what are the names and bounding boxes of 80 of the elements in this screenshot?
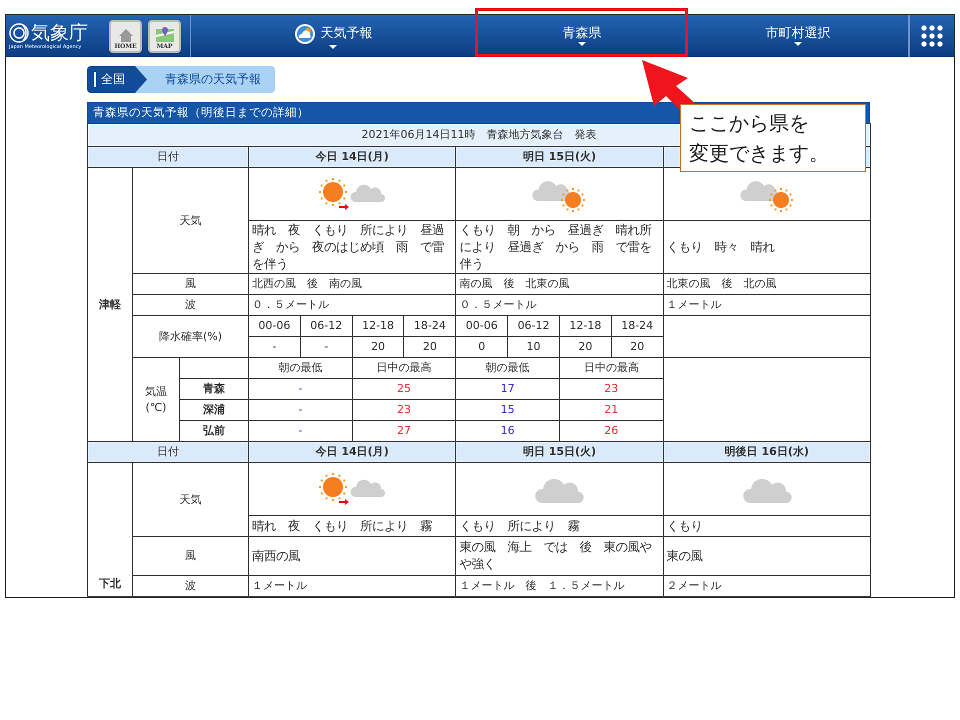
- column-header: 日中の最高: [559, 358, 664, 378]
- table-cell: 南西の風: [248, 536, 456, 576]
- table-cell: 20: [404, 336, 456, 358]
- table-cell: くもり 朝 から 昼過ぎ 晴れ所により 昼過ぎ から 雨 で雷を伴う: [456, 220, 664, 274]
- table-cell: 20: [559, 336, 612, 358]
- menu-tab[interactable]: 天気予報: [190, 15, 477, 57]
- caret-icon: [329, 45, 338, 49]
- sun-arrow-cloud-icon: [319, 470, 386, 508]
- row-label: 降水確率(%): [132, 316, 248, 358]
- table-cell: 18-24: [611, 316, 664, 336]
- table-cell: 12-18: [559, 316, 612, 336]
- table-cell: 東の風 海上 では 後 東の風やや強く: [456, 536, 664, 576]
- row-label: 気温: [144, 384, 168, 400]
- caret-icon: [578, 42, 586, 46]
- column-header: 日中の最高: [352, 358, 456, 378]
- table-cell: くもり 所により 霧: [456, 516, 664, 536]
- row-label: 風: [132, 536, 248, 576]
- table-cell: 17: [456, 378, 560, 400]
- sun-arrow-cloud-icon: [319, 176, 386, 212]
- table-cell: 10: [508, 336, 560, 358]
- menu-tab[interactable]: 青森県: [477, 15, 688, 57]
- menu-tab[interactable]: 市町村選択: [688, 15, 910, 57]
- table-cell: ０．５メートル: [248, 294, 456, 316]
- column-header: 日付: [88, 146, 248, 168]
- table-cell: 北東の風 後 北の風: [663, 274, 870, 294]
- table-cell: 東の風: [663, 536, 870, 576]
- table-cell: 20: [352, 336, 404, 358]
- house-icon: [116, 26, 134, 42]
- table-cell: -: [300, 336, 352, 358]
- row-label: 波: [132, 576, 248, 596]
- column-header: 朝の最低: [456, 358, 560, 378]
- table-cell: ２メートル: [663, 576, 870, 596]
- area-name: 下北: [88, 462, 132, 596]
- table-cell: -: [248, 336, 300, 358]
- table-cell: くもり: [663, 516, 870, 536]
- date-header: 明日 15日(火): [456, 146, 664, 168]
- menu-icon[interactable]: [921, 25, 944, 47]
- table-cell: 00-06: [248, 316, 300, 336]
- date-header: 今日 14日(月): [248, 442, 456, 462]
- caret-icon: [794, 42, 802, 46]
- table-cell: -: [248, 400, 352, 420]
- table-cell: -: [248, 378, 352, 400]
- table-cell: 25: [352, 378, 456, 400]
- row-label: 青森: [180, 378, 248, 400]
- table-cell: １メートル: [663, 294, 870, 316]
- table-cell: 00-06: [456, 316, 508, 336]
- agency-emblem-icon: [9, 23, 29, 43]
- row-label: 天気: [132, 168, 248, 274]
- table-cell: 北西の風 後 南の風: [248, 274, 456, 294]
- area-name: 津軽: [88, 168, 132, 442]
- column-header: 日付: [88, 442, 248, 462]
- table-cell: １メートル: [248, 576, 456, 596]
- table-cell: 晴れ 夜 くもり 所により 昼過ぎ から 夜のはじめ頃 雨 で雷を伴う: [248, 220, 456, 274]
- table-cell: 晴れ 夜 くもり 所により 霧: [248, 516, 456, 536]
- logo-text: 気象庁: [31, 22, 88, 44]
- table-cell: 18-24: [404, 316, 456, 336]
- row-label: 風: [132, 274, 248, 294]
- date-header: 明後日 16日(水): [663, 442, 870, 462]
- breadcrumb-link[interactable]: 全国: [87, 66, 147, 93]
- callout-text: ここから県を 変更できます。: [680, 104, 866, 172]
- table-cell: 23: [352, 400, 456, 420]
- cloud-sun-icon: [294, 23, 316, 45]
- table-cell: 南の風 後 北東の風: [456, 274, 664, 294]
- table-cell: 0: [456, 336, 508, 358]
- breadcrumb-current: 青森県の天気予報: [135, 66, 275, 93]
- table-cell: 06-12: [300, 316, 352, 336]
- date-header: 明日 15日(火): [456, 442, 664, 462]
- date-header: 今日 14日(月): [248, 146, 456, 168]
- column-header: 朝の最低: [248, 358, 352, 378]
- table-cell: 06-12: [508, 316, 560, 336]
- row-label: (℃): [144, 400, 168, 416]
- table-cell: 12-18: [352, 316, 404, 336]
- table-cell: くもり 時々 晴れ: [663, 220, 870, 274]
- row-label: 天気: [132, 462, 248, 536]
- row-label: 深浦: [180, 400, 248, 420]
- table-cell: 15: [456, 400, 560, 420]
- table-cell: １メートル 後 １．５メートル: [456, 576, 664, 596]
- table-cell: ０．５メートル: [456, 294, 664, 316]
- row-label: 波: [132, 294, 248, 316]
- map-pin-icon: [154, 26, 174, 42]
